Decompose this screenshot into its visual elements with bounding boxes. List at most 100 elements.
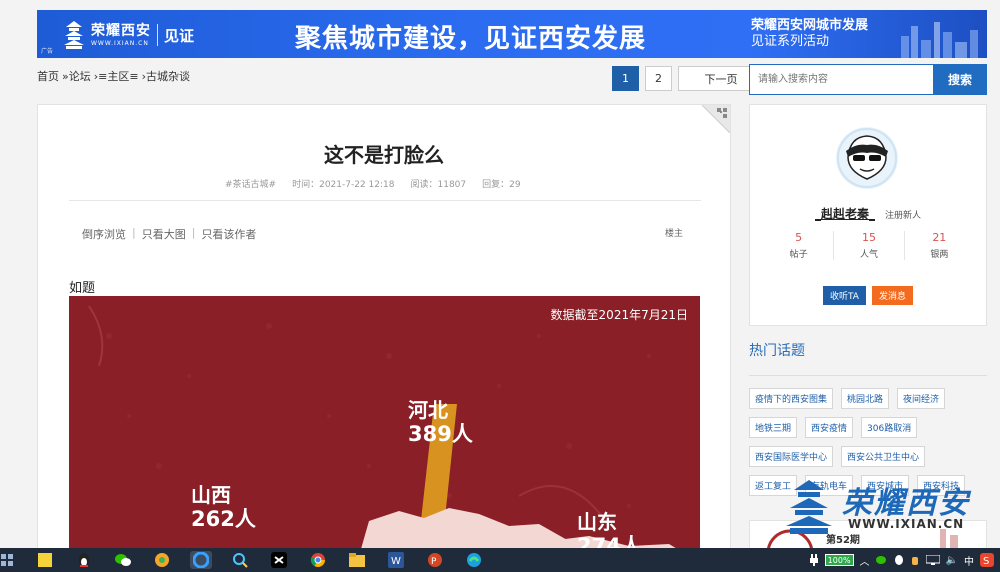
post-panel: 这不是打脸么 #茶话古城# 时间：2021-7-22 12:18 阅读：1180… [37,104,731,549]
hot-topic-tag[interactable]: 西安公共卫生中心 [841,446,926,467]
file-explorer-icon[interactable] [346,551,368,569]
page-1-button[interactable]: 1 [612,66,639,91]
edge-icon[interactable] [463,551,485,569]
map-date-note: 数据截至2021年7月21日 [550,308,688,322]
hot-topic-tag[interactable]: 返工复工 [749,475,798,496]
battery-indicator[interactable]: 100% [824,554,854,566]
post-image-map[interactable]: 数据截至2021年7月21日 河北 389人 山西 262人 山东 274人 [69,296,700,549]
hot-topic-tag[interactable]: 306路取消 [861,417,918,438]
author-name[interactable]: _赳赳老秦_ [815,205,875,222]
post-meta: #茶话古城# 时间：2021-7-22 12:18 阅读：11807 回复：29 [225,177,521,190]
powerpoint-icon[interactable]: P [424,551,446,569]
banner-right-line1: 荣耀西安网城市发展 [751,18,869,33]
province-count: 274人 [577,534,642,549]
avatar[interactable] [836,127,898,189]
time-label: 时间： [292,180,320,190]
hot-topic-tags: 疫情下的西安图集 桃园北路 夜间经济 地铁三期 西安疫情 306路取消 西安国际… [749,388,979,496]
breadcrumb-home[interactable]: 首页 [37,68,59,84]
power-plug-icon[interactable] [809,554,819,566]
search-browser-icon[interactable] [229,551,251,569]
wechat-icon[interactable] [112,551,134,569]
qr-code-icon[interactable] [702,105,730,133]
stat-value: 5 [795,231,803,244]
post-replies: 29 [509,180,521,190]
qq-browser-icon[interactable] [190,551,212,569]
breadcrumb-section[interactable]: ›古城杂谈 [142,68,190,84]
svg-text:W: W [391,556,401,567]
province-hebei: 河北 389人 [408,398,473,447]
svg-text:P: P [431,557,437,567]
sogou-input-icon[interactable]: S [980,553,994,567]
hot-topic-tag[interactable]: 西安国际医学中心 [749,446,834,467]
stat-label: 银两 [930,250,949,260]
hot-topic-tag[interactable]: 西安城市 [861,475,910,496]
search-input[interactable] [749,64,933,95]
stat-value: 15 [861,231,876,244]
hot-topic-tag[interactable]: 有轨电车 [805,475,854,496]
ime-indicator[interactable]: 中 [964,553,974,568]
banner-right-line2: 见证系列活动 [751,33,830,49]
page-2-button[interactable]: 2 [645,66,672,91]
large-images-only-link[interactable]: 只看大图 [142,226,186,242]
masked-face-avatar-icon [837,128,897,188]
qq-tray-icon[interactable] [894,554,904,566]
search-button[interactable]: 搜索 [933,64,987,95]
promo-thumbnail[interactable]: 第52期 [749,520,987,550]
hot-topic-tag[interactable]: 疫情下的西安图集 [749,388,834,409]
page: 广告 荣耀西安 WWW.IXIAN.CN 见证 聚焦城市建设，见证西安发展 荣耀… [0,0,1000,572]
floor-label: 楼主 [665,229,684,239]
stat-silver[interactable]: 21 银两 [905,231,974,260]
chevron-up-icon[interactable]: ︿ [860,553,870,568]
chrome-icon[interactable] [307,551,329,569]
wechat-tray-icon[interactable] [875,555,888,565]
task-view-icon[interactable] [0,551,14,569]
hot-topic-tag[interactable]: 西安疫情 [805,417,854,438]
tool-separator: | [191,226,196,239]
banner-ad[interactable]: 广告 荣耀西安 WWW.IXIAN.CN 见证 聚焦城市建设，见证西安发展 荣耀… [37,10,987,58]
hot-topic-tag[interactable]: 地铁三期 [749,417,798,438]
hot-topic-tag[interactable]: 桃园北路 [841,388,890,409]
author-only-link[interactable]: 只看该作者 [201,226,256,242]
pagination: 1 2 下一页 [612,66,764,91]
breadcrumb-main-area[interactable]: ›≡主区≡ [94,68,139,84]
system-tray: 100% ︿ 🔈 中 S [809,551,994,569]
sticky-notes-icon[interactable] [34,551,56,569]
volume-icon[interactable]: 🔈 [946,555,958,566]
windows-taskbar: W P 100% ︿ 🔈 中 S [0,548,1000,572]
send-message-button[interactable]: 发消息 [871,286,913,305]
stat-popularity[interactable]: 15 人气 [834,231,905,260]
banner-slogan: 聚焦城市建设，见证西安发展 [295,24,647,54]
post-tag[interactable]: #茶话古城# [225,177,276,190]
breadcrumb-forum[interactable]: »论坛 [62,68,91,84]
province-name: 河北 [408,398,448,422]
hot-topic-tag[interactable]: 夜间经济 [897,388,946,409]
svg-text:S: S [983,556,989,567]
hot-topics: 热门话题 疫情下的西安图集 桃园北路 夜间经济 地铁三期 西安疫情 306路取消… [749,340,987,550]
hot-topic-tag[interactable]: 西安科技 [917,475,966,496]
views-label: 阅读： [410,180,438,190]
hot-topics-title: 热门话题 [749,340,987,376]
tool-separator: | [132,226,136,239]
word-icon[interactable]: W [385,551,407,569]
post-divider [69,200,701,201]
stat-posts[interactable]: 5 帖子 [764,231,835,260]
follow-button[interactable]: 收听TA [823,286,866,305]
search-box: 搜索 [749,64,987,95]
banner-right-text: 荣耀西安网城市发展 见证系列活动 [751,18,868,49]
qq-penguin-icon[interactable] [73,551,95,569]
province-name: 山西 [191,483,231,507]
promo-graphic [766,529,958,549]
stat-label: 帖子 [789,250,808,260]
reverse-order-link[interactable]: 倒序浏览 [82,226,126,242]
browser-360-icon[interactable] [151,551,173,569]
province-name: 山东 [577,510,617,534]
jianzheng-text: 见证 [164,26,195,45]
hand-tray-icon[interactable] [910,554,920,566]
network-icon[interactable] [925,555,940,565]
logo-divider [157,24,158,46]
author-rank: 注册新人 [885,211,922,221]
capcut-icon[interactable] [268,551,290,569]
ad-tag: 广告 [41,48,54,55]
promo-issue: 第52期 [826,535,860,546]
skyline-icon [901,22,978,58]
